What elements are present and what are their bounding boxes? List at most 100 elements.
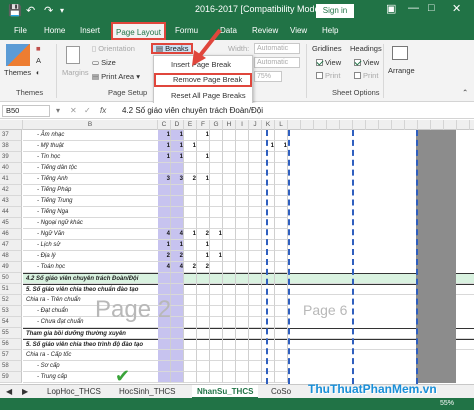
grid-cell[interactable]: [275, 174, 288, 185]
table-row[interactable]: 55 Tham gia bồi dưỡng thường xuyên: [0, 328, 474, 339]
grid-cell[interactable]: [197, 273, 210, 284]
grid-cell[interactable]: [223, 218, 236, 229]
gridlines-view-checkbox[interactable]: View: [316, 58, 341, 67]
grid-cell[interactable]: [210, 284, 223, 295]
grid-cell[interactable]: 2: [171, 251, 184, 262]
table-row[interactable]: 46- Ngữ Văn 4 4 1 2 1: [0, 229, 474, 240]
grid-cell[interactable]: [249, 295, 262, 306]
row-number[interactable]: 41: [0, 174, 22, 185]
grid-cell[interactable]: [275, 295, 288, 306]
grid-cell[interactable]: [184, 273, 197, 284]
grid-cell[interactable]: [223, 295, 236, 306]
grid-cell[interactable]: [249, 218, 262, 229]
column-header[interactable]: [418, 120, 431, 130]
grid-cell[interactable]: [210, 130, 223, 141]
page-break-line[interactable]: [352, 130, 354, 384]
grid-cell[interactable]: [158, 350, 171, 361]
grid-cell[interactable]: [158, 361, 171, 372]
table-row[interactable]: 57 Chia ra - Cấp tốc: [0, 350, 474, 361]
grid-cell[interactable]: [210, 240, 223, 251]
row-label-cell[interactable]: - Tiếng dân tộc: [23, 163, 158, 174]
grid-cell[interactable]: 4: [158, 229, 171, 240]
grid-cell[interactable]: [223, 306, 236, 317]
grid-cell[interactable]: [262, 174, 275, 185]
row-label-cell[interactable]: - Ngữ Văn: [23, 229, 158, 240]
remove-page-break-item[interactable]: Remove Page Break: [154, 73, 252, 87]
column-header[interactable]: B: [23, 120, 158, 130]
select-all-corner[interactable]: [0, 120, 23, 130]
table-row[interactable]: 40- Tiếng dân tộc: [0, 163, 474, 174]
grid-cell[interactable]: 1: [158, 141, 171, 152]
page-break-line[interactable]: [266, 130, 268, 384]
grid-cell[interactable]: [171, 196, 184, 207]
grid-cell[interactable]: [262, 350, 275, 361]
grid-cell[interactable]: [236, 196, 249, 207]
grid-cell[interactable]: [197, 207, 210, 218]
grid-cell[interactable]: [197, 350, 210, 361]
column-header[interactable]: [470, 120, 474, 130]
row-number[interactable]: 54: [0, 317, 22, 328]
grid-cell[interactable]: [158, 207, 171, 218]
grid-cell[interactable]: [184, 328, 197, 339]
table-row[interactable]: 43- Tiếng Trung: [0, 196, 474, 207]
grid-cell[interactable]: [262, 317, 275, 328]
grid-cell[interactable]: 1: [262, 141, 275, 152]
grid-cell[interactable]: [249, 317, 262, 328]
grid-cell[interactable]: [223, 196, 236, 207]
grid-cell[interactable]: [236, 350, 249, 361]
grid-cell[interactable]: [249, 229, 262, 240]
grid-cell[interactable]: [236, 229, 249, 240]
grid-cell[interactable]: [171, 185, 184, 196]
grid-cell[interactable]: [275, 251, 288, 262]
tab-file[interactable]: File: [14, 25, 27, 37]
column-header[interactable]: F: [197, 120, 210, 130]
grid-cell[interactable]: [223, 207, 236, 218]
grid-cell[interactable]: 1: [171, 130, 184, 141]
column-header[interactable]: [379, 120, 392, 130]
width-select[interactable]: Automatic: [254, 43, 300, 54]
grid-cell[interactable]: [197, 317, 210, 328]
grid-cell[interactable]: [184, 317, 197, 328]
page-break-line[interactable]: [288, 130, 290, 384]
grid-cell[interactable]: [249, 185, 262, 196]
grid-cell[interactable]: [275, 240, 288, 251]
grid-cell[interactable]: [158, 284, 171, 295]
grid-cell[interactable]: [223, 262, 236, 273]
table-row[interactable]: 37- Âm nhạc 1 1 1: [0, 130, 474, 141]
grid-cell[interactable]: [236, 317, 249, 328]
tab-help[interactable]: Help: [322, 25, 338, 37]
row-number[interactable]: 53: [0, 306, 22, 317]
grid-cell[interactable]: [171, 295, 184, 306]
column-header[interactable]: C: [158, 120, 171, 130]
grid-cell[interactable]: [236, 284, 249, 295]
column-header[interactable]: [353, 120, 366, 130]
grid-cell[interactable]: [223, 163, 236, 174]
grid-cell[interactable]: [262, 284, 275, 295]
grid-cell[interactable]: 3: [171, 174, 184, 185]
table-row[interactable]: 54- Chưa đạt chuẩn: [0, 317, 474, 328]
row-number[interactable]: 42: [0, 185, 22, 196]
table-row[interactable]: 41- Tiếng Anh 3 3 2 1: [0, 174, 474, 185]
scroll-left-icon[interactable]: ◀: [4, 385, 14, 399]
column-header[interactable]: I: [236, 120, 249, 130]
margins-button[interactable]: Margins: [62, 68, 89, 77]
grid-cell[interactable]: [171, 328, 184, 339]
grid-cell[interactable]: [236, 328, 249, 339]
grid-cell[interactable]: [236, 306, 249, 317]
grid-cell[interactable]: [262, 306, 275, 317]
grid-cell[interactable]: [262, 152, 275, 163]
grid-cell[interactable]: 4: [158, 262, 171, 273]
name-box-dropdown-icon[interactable]: ▾: [56, 106, 60, 115]
grid-cell[interactable]: [210, 339, 223, 350]
minimize-icon[interactable]: —: [408, 2, 419, 14]
grid-cell[interactable]: 2: [197, 229, 210, 240]
grid-cell[interactable]: [197, 141, 210, 152]
grid-cell[interactable]: [158, 185, 171, 196]
grid-cell[interactable]: [184, 185, 197, 196]
grid-cell[interactable]: [184, 207, 197, 218]
save-icon[interactable]: 💾: [8, 3, 22, 19]
formula-input[interactable]: 4.2 Số giáo viên chuyên trách Đoàn/Đội: [122, 106, 263, 115]
grid-cell[interactable]: [236, 262, 249, 273]
grid-cell[interactable]: [210, 152, 223, 163]
row-label-cell[interactable]: - Trung cấp: [23, 372, 158, 383]
